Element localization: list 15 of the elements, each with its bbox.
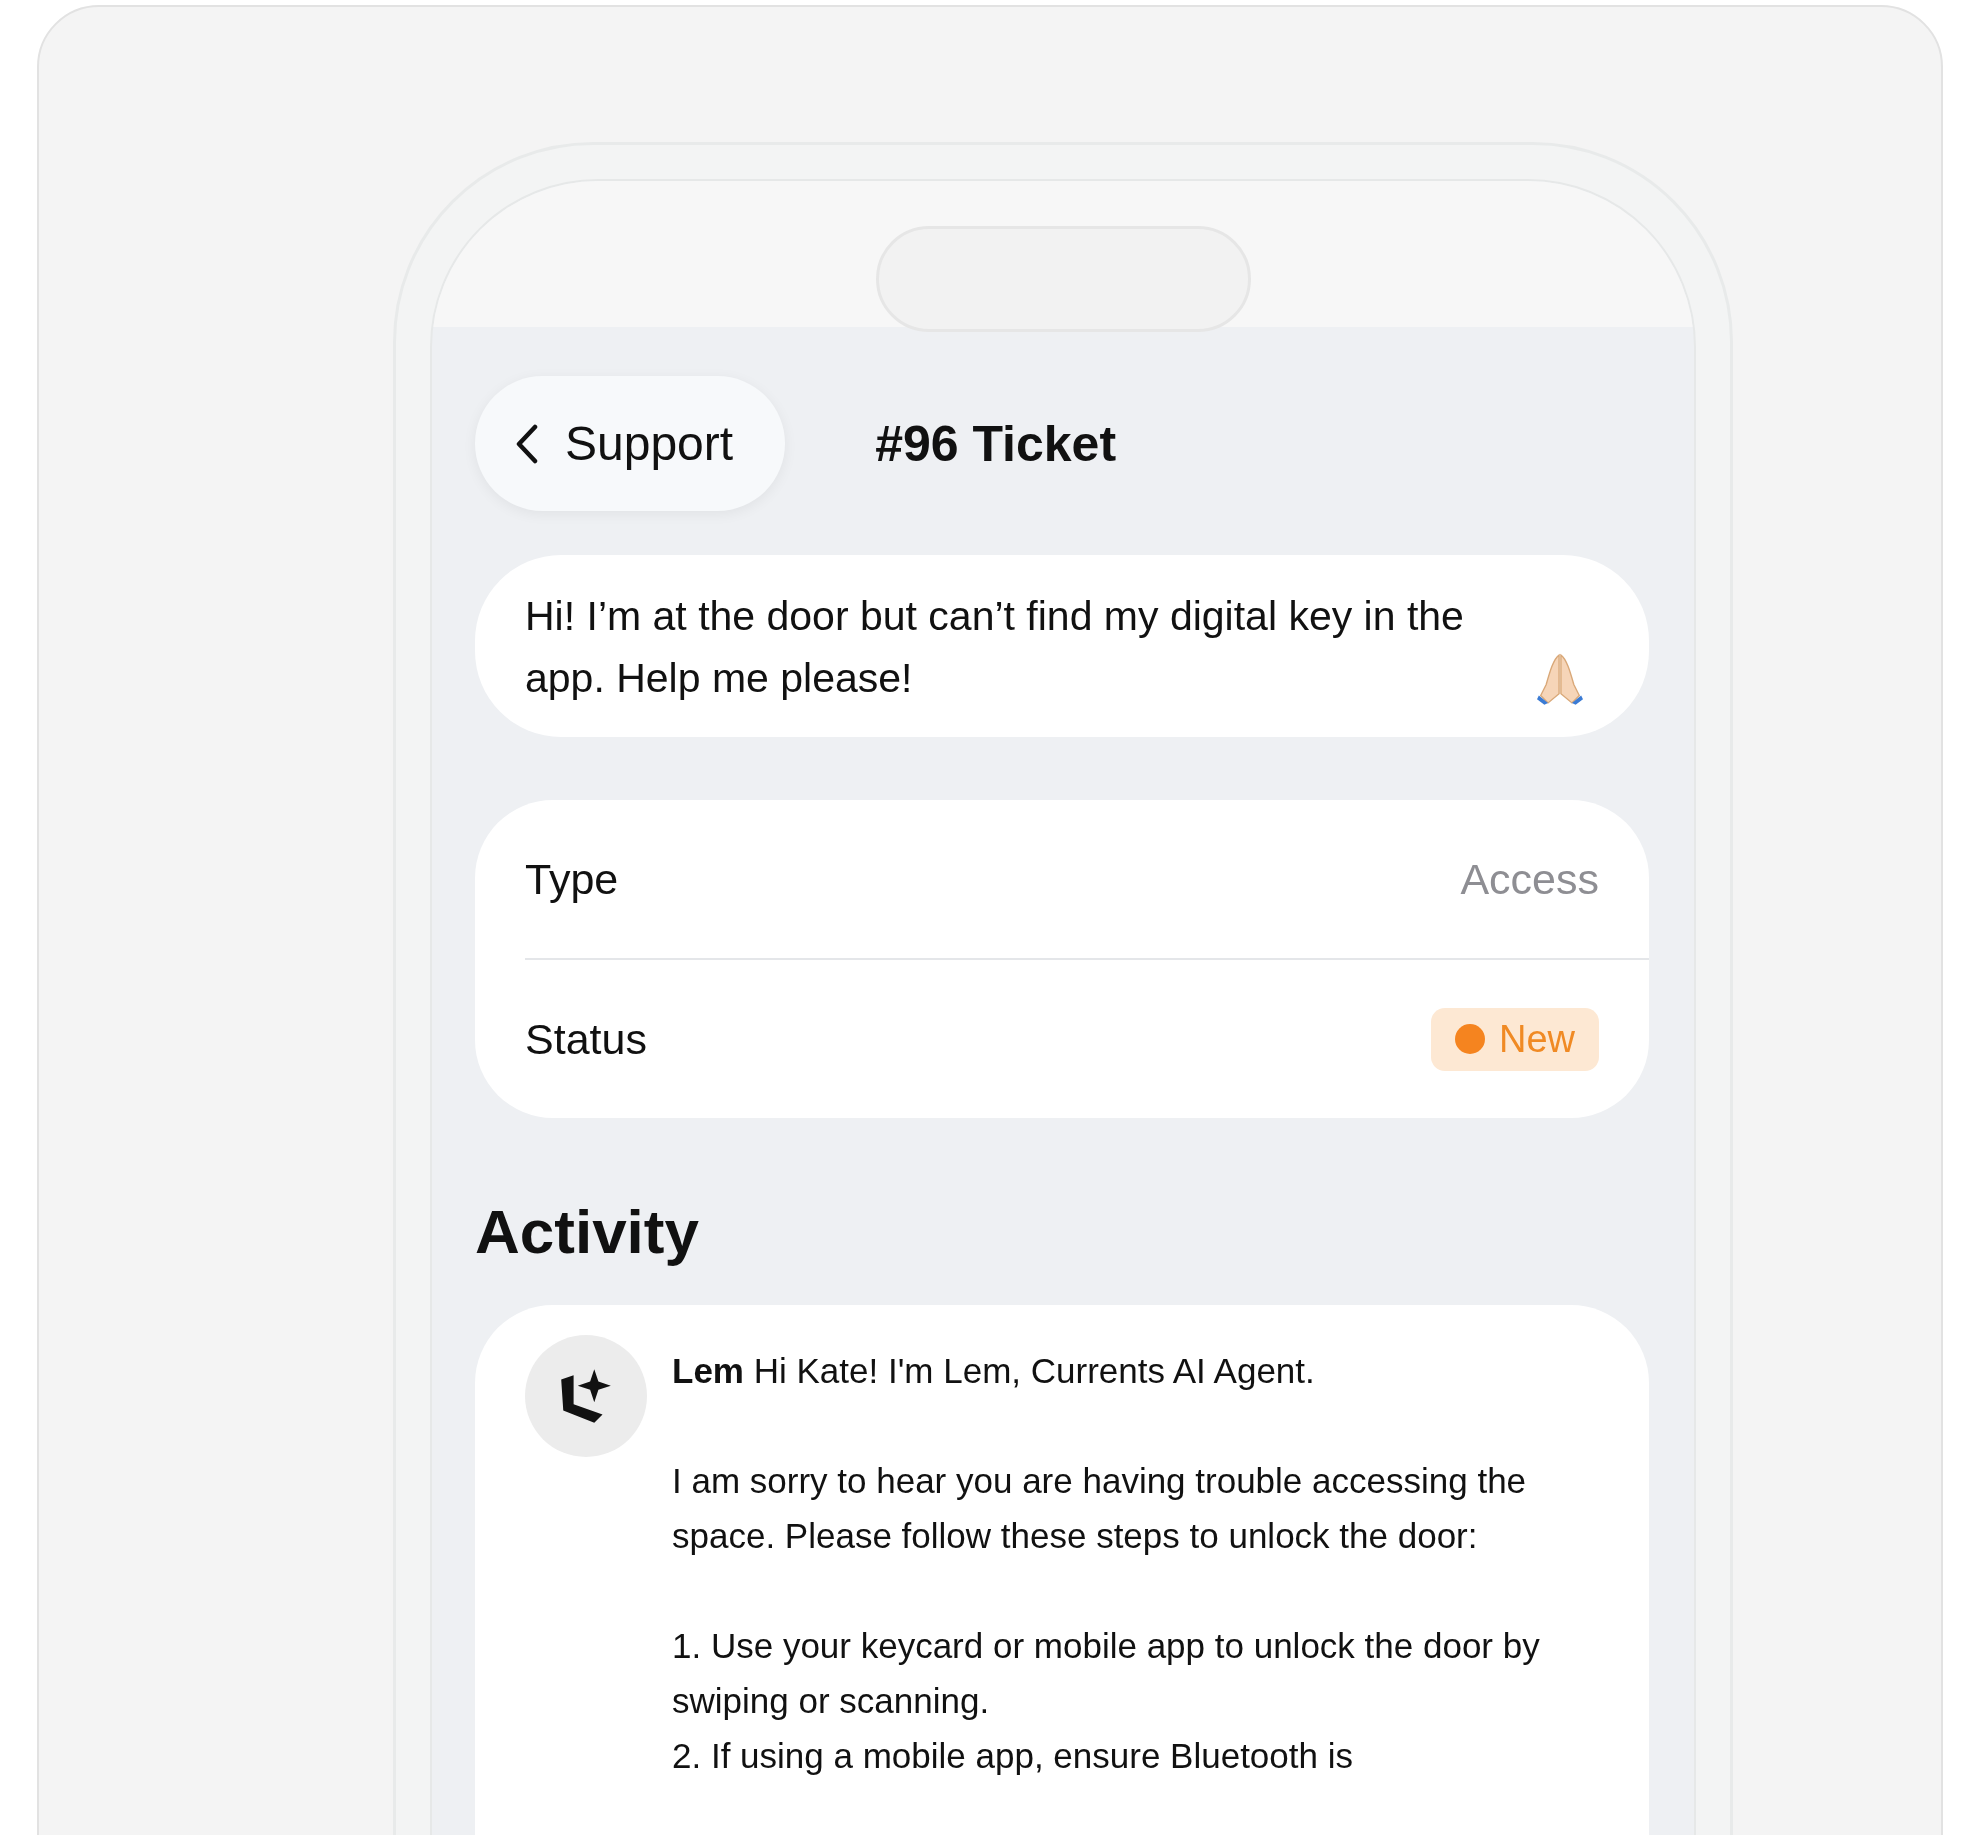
detail-label: Type [525,854,619,904]
detail-label: Status [525,1014,647,1064]
section-heading: Activity [475,1196,700,1267]
step-text: 2. If using a mobile app, ensure Bluetooth is [672,1735,1354,1777]
status-dot-icon [1454,1024,1485,1054]
detail-value: Access [1460,854,1599,904]
message-text: Lem Hi Kate! I'm Lem, Currents AI Agent. [672,1350,1316,1392]
back-button[interactable]: Support [475,376,786,511]
message-text: Hi! I’m at the door but can’t find my digital key in the app. Help me please! [525,592,1465,703]
status-text: New [1498,1017,1575,1061]
praying-hands-icon [1537,653,1583,705]
back-chevron-icon [515,423,539,464]
step-text: 1. Use your keycard or mobile app to unlock the door by swiping or scanning. [672,1625,1541,1722]
screen-title: #96 Ticket [875,414,1117,473]
message-text: I am sorry to hear you are having trouble accessing the space. Please follow these steps to unlock the door: [672,1460,1528,1557]
